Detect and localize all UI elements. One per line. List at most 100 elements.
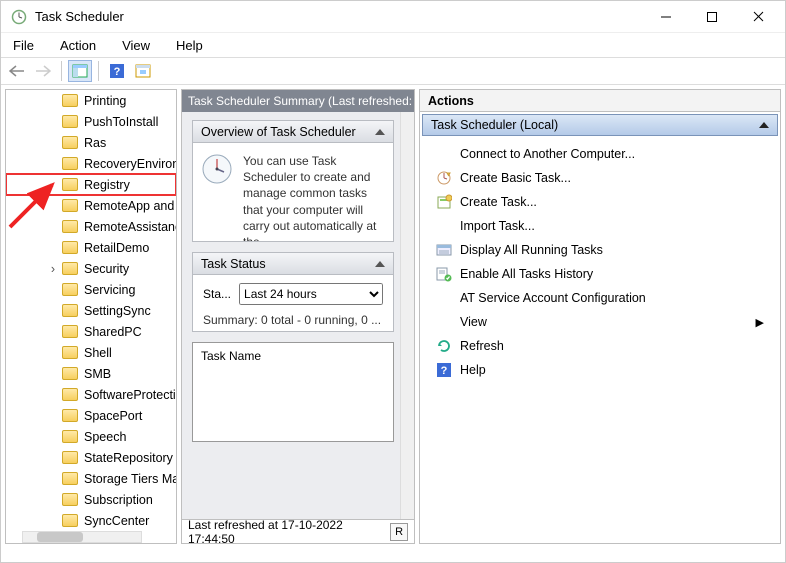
tree-item-label: Ras bbox=[84, 136, 106, 150]
actions-subheader[interactable]: Task Scheduler (Local) bbox=[422, 114, 778, 136]
tree-panel: Printing PushToInstall Ras RecoveryEnvironm… bbox=[5, 89, 177, 544]
tree-item-label: SoftwareProtectionPlatform bbox=[84, 388, 176, 402]
last-refreshed-text: Last refreshed at 17-10-2022 17:44:50 bbox=[188, 518, 390, 546]
back-button[interactable] bbox=[5, 60, 29, 82]
tree-item[interactable]: RetailDemo bbox=[6, 237, 176, 258]
tree-item[interactable]: SyncCenter bbox=[6, 510, 176, 531]
folder-icon bbox=[62, 136, 78, 149]
folder-icon bbox=[62, 514, 78, 527]
toolbar: ? bbox=[1, 57, 785, 85]
help-icon: ? bbox=[436, 362, 452, 378]
tree-item-label: PushToInstall bbox=[84, 115, 158, 129]
menu-action[interactable]: Action bbox=[56, 36, 100, 55]
collapse-icon bbox=[759, 122, 769, 128]
tree-area[interactable]: Printing PushToInstall Ras RecoveryEnvironm… bbox=[6, 90, 176, 531]
action-label: AT Service Account Configuration bbox=[460, 291, 646, 305]
create-icon bbox=[436, 194, 452, 210]
window-title: Task Scheduler bbox=[33, 9, 643, 24]
action-item[interactable]: Connect to Another Computer... bbox=[422, 142, 778, 166]
tree-item-label: Speech bbox=[84, 430, 126, 444]
folder-icon bbox=[62, 241, 78, 254]
tree-item[interactable]: RemoteApp and Desktop Connections bbox=[6, 195, 176, 216]
tree-item-label: RemoteAssistance bbox=[84, 220, 176, 234]
action-item[interactable]: ?Help bbox=[422, 358, 778, 382]
action-item[interactable]: Create Basic Task... bbox=[422, 166, 778, 190]
action-item[interactable]: Refresh bbox=[422, 334, 778, 358]
menu-help[interactable]: Help bbox=[172, 36, 207, 55]
collapse-icon bbox=[375, 261, 385, 267]
action-label: Connect to Another Computer... bbox=[460, 147, 635, 161]
properties-button[interactable] bbox=[131, 60, 155, 82]
blank-icon bbox=[436, 218, 452, 234]
tree-item-label: RecoveryEnvironment bbox=[84, 157, 176, 171]
actions-list: Connect to Another Computer... Create Bas… bbox=[420, 138, 780, 386]
tree-item[interactable]: Subscription bbox=[6, 489, 176, 510]
task-name-list[interactable]: Task Name bbox=[192, 342, 394, 442]
menu-bar: File Action View Help bbox=[1, 33, 785, 57]
folder-icon bbox=[62, 451, 78, 464]
status-label: Sta... bbox=[203, 287, 231, 301]
tree-item[interactable]: RemoteAssistance bbox=[6, 216, 176, 237]
summary-v-scrollbar[interactable] bbox=[400, 112, 414, 519]
action-label: Create Basic Task... bbox=[460, 171, 571, 185]
action-item[interactable]: Enable All Tasks History bbox=[422, 262, 778, 286]
expand-icon[interactable]: › bbox=[48, 262, 58, 276]
help-button[interactable]: ? bbox=[105, 60, 129, 82]
close-button[interactable] bbox=[735, 2, 781, 32]
summary-footer: Last refreshed at 17-10-2022 17:44:50 R bbox=[182, 519, 414, 543]
tree-item[interactable]: SoftwareProtectionPlatform bbox=[6, 384, 176, 405]
content-area: Printing PushToInstall Ras RecoveryEnvironm… bbox=[1, 85, 785, 548]
tree-item[interactable]: ›Security bbox=[6, 258, 176, 279]
tree-item[interactable]: Servicing bbox=[6, 279, 176, 300]
tree-item-label: SyncCenter bbox=[84, 514, 149, 528]
blank-icon bbox=[436, 314, 452, 330]
tree-item[interactable]: Registry bbox=[6, 174, 176, 195]
tree-item[interactable]: PushToInstall bbox=[6, 111, 176, 132]
enable-icon bbox=[436, 266, 452, 282]
action-item[interactable]: AT Service Account Configuration bbox=[422, 286, 778, 310]
tree-item[interactable]: SMB bbox=[6, 363, 176, 384]
toolbar-divider bbox=[61, 61, 62, 81]
tree-item[interactable]: Speech bbox=[6, 426, 176, 447]
blank-icon bbox=[436, 290, 452, 306]
refresh-button[interactable]: R bbox=[390, 523, 408, 541]
folder-icon bbox=[62, 409, 78, 422]
task-status-header[interactable]: Task Status bbox=[193, 253, 393, 275]
tree-item[interactable]: Ras bbox=[6, 132, 176, 153]
action-label: Display All Running Tasks bbox=[460, 243, 603, 257]
folder-icon bbox=[62, 472, 78, 485]
tree-item-label: Shell bbox=[84, 346, 112, 360]
folder-icon bbox=[62, 388, 78, 401]
action-label: Create Task... bbox=[460, 195, 537, 209]
show-hide-tree-button[interactable] bbox=[68, 60, 92, 82]
tree-item[interactable]: StateRepository bbox=[6, 447, 176, 468]
tree-item[interactable]: SharedPC bbox=[6, 321, 176, 342]
collapse-icon bbox=[375, 129, 385, 135]
tree-h-scrollbar[interactable] bbox=[22, 531, 142, 543]
tree-item[interactable]: Storage Tiers Management bbox=[6, 468, 176, 489]
overview-text: You can use Task Scheduler to create and… bbox=[243, 153, 385, 231]
action-item[interactable]: Create Task... bbox=[422, 190, 778, 214]
maximize-button[interactable] bbox=[689, 2, 735, 32]
menu-file[interactable]: File bbox=[9, 36, 38, 55]
folder-icon bbox=[62, 283, 78, 296]
folder-icon bbox=[62, 178, 78, 191]
action-item[interactable]: View▶ bbox=[422, 310, 778, 334]
minimize-button[interactable] bbox=[643, 2, 689, 32]
tree-item[interactable]: Shell bbox=[6, 342, 176, 363]
action-label: Enable All Tasks History bbox=[460, 267, 593, 281]
tree-item[interactable]: SpacePort bbox=[6, 405, 176, 426]
action-item[interactable]: Display All Running Tasks bbox=[422, 238, 778, 262]
status-period-select[interactable]: Last 24 hours bbox=[239, 283, 383, 305]
action-item[interactable]: Import Task... bbox=[422, 214, 778, 238]
menu-view[interactable]: View bbox=[118, 36, 154, 55]
forward-button[interactable] bbox=[31, 60, 55, 82]
tree-item[interactable]: SettingSync bbox=[6, 300, 176, 321]
action-label: View bbox=[460, 315, 487, 329]
tree-item-label: Printing bbox=[84, 94, 126, 108]
tree-item-label: SettingSync bbox=[84, 304, 151, 318]
overview-header[interactable]: Overview of Task Scheduler bbox=[193, 121, 393, 143]
tree-item[interactable]: RecoveryEnvironment bbox=[6, 153, 176, 174]
actions-scope-label: Task Scheduler (Local) bbox=[431, 118, 558, 132]
tree-item[interactable]: Printing bbox=[6, 90, 176, 111]
